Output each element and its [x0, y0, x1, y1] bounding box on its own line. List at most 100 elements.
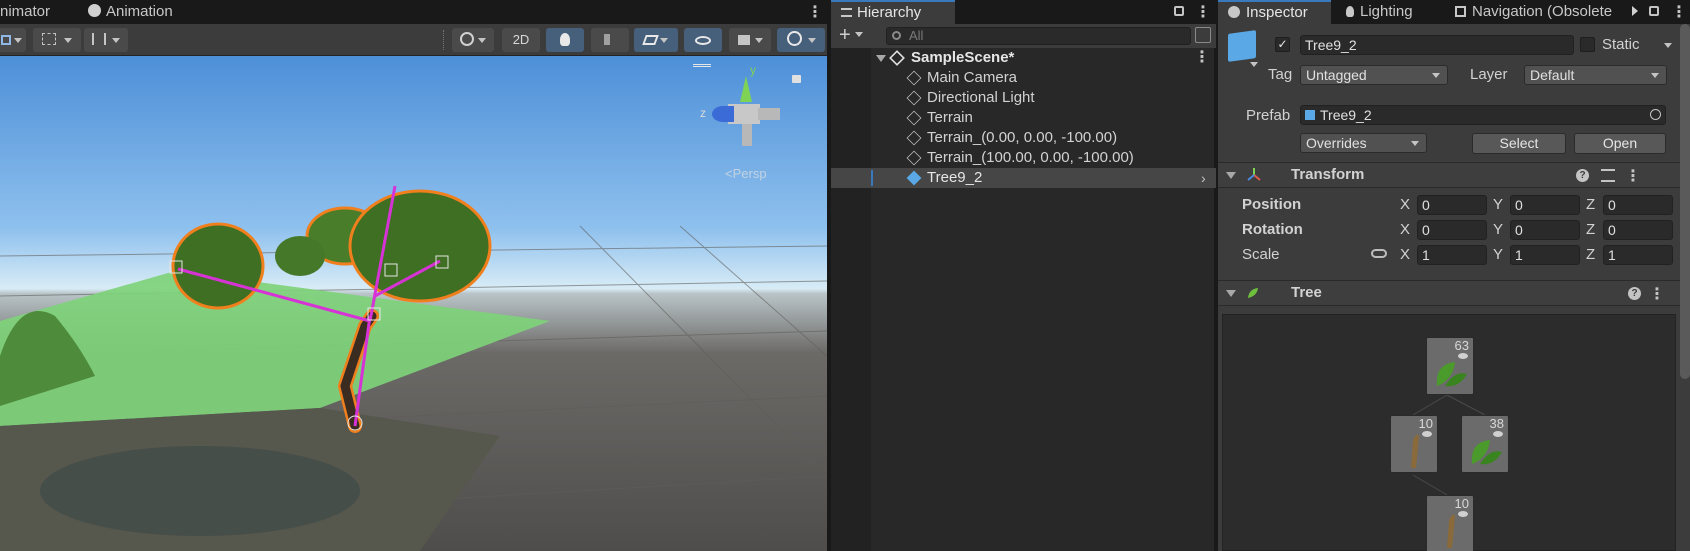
scale-x-field[interactable]: 1	[1417, 245, 1487, 265]
inspector-scrollbar[interactable]	[1680, 24, 1690, 379]
layers-icon	[642, 35, 659, 45]
scene-panel: nimator Animation 2D	[0, 0, 827, 551]
static-dropdown-chevron-icon[interactable]	[1664, 43, 1672, 48]
hierarchy-item[interactable]: Directional Light	[831, 88, 1216, 108]
transform-header[interactable]: Transform ?	[1218, 162, 1690, 188]
hierarchy-item-label: Terrain_(0.00, 0.00, -100.00)	[927, 129, 1118, 146]
tab-navigation[interactable]: Navigation (Obsolete	[1455, 0, 1631, 24]
projection-label[interactable]: <Persp	[725, 166, 767, 181]
object-name-field[interactable]: Tree9_2	[1300, 35, 1574, 55]
hierarchy-item[interactable]: Main Camera	[831, 68, 1216, 88]
position-x-field[interactable]: 0	[1417, 195, 1487, 215]
hierarchy-item-selected[interactable]: Tree9_2 ›	[831, 168, 1216, 188]
rotation-z-field[interactable]: 0	[1603, 220, 1673, 240]
scene-root-row[interactable]: SampleScene*	[831, 48, 1216, 68]
lock-icon[interactable]	[792, 75, 801, 83]
chevron-down-icon	[64, 38, 72, 44]
help-icon[interactable]: ?	[1576, 169, 1589, 182]
position-y-field[interactable]: 0	[1510, 195, 1580, 215]
tab-hierarchy[interactable]: Hierarchy	[831, 0, 955, 24]
scene-visibility-icon[interactable]	[1195, 27, 1211, 43]
tab-animator[interactable]: nimator	[0, 0, 80, 24]
grid-snap-button[interactable]	[33, 28, 81, 52]
position-label: Position	[1242, 196, 1302, 213]
tag-dropdown[interactable]: Untagged	[1300, 65, 1448, 85]
camera-settings-button[interactable]	[729, 28, 771, 52]
hidden-objects-toggle-button[interactable]	[684, 28, 722, 52]
constrain-proportions-icon[interactable]	[1371, 249, 1387, 258]
create-button[interactable]: +	[839, 24, 869, 48]
audio-toggle-button[interactable]	[591, 28, 629, 52]
tree-more-icon[interactable]	[1649, 284, 1665, 304]
hierarchy-more-icon[interactable]	[1195, 2, 1211, 22]
scene-viewport[interactable]: y z <Persp	[0, 56, 827, 551]
tab-animation[interactable]: Animation	[88, 0, 198, 24]
increment-snap-button[interactable]	[84, 28, 128, 52]
effects-toggle-button[interactable]	[634, 28, 678, 52]
select-button[interactable]: Select	[1472, 133, 1566, 154]
pivot-tool-button[interactable]	[0, 28, 26, 52]
search-placeholder: All	[909, 28, 924, 43]
open-button[interactable]: Open	[1574, 133, 1666, 154]
position-z-field[interactable]: 0	[1603, 195, 1673, 215]
overrides-dropdown[interactable]: Overrides	[1300, 133, 1427, 153]
hierarchy-search-input[interactable]: All	[886, 27, 1191, 45]
hierarchy-item[interactable]: Terrain_(0.00, 0.00, -100.00)	[831, 128, 1216, 148]
overlay-handle-icon[interactable]	[693, 64, 711, 67]
foldout-arrow-icon[interactable]	[876, 55, 886, 62]
plus-icon: +	[839, 24, 851, 46]
scene-more-icon[interactable]	[1194, 48, 1210, 68]
prefab-asset-field[interactable]: Tree9_2	[1300, 105, 1666, 125]
tree-node-leaf[interactable]: 38	[1461, 415, 1509, 473]
tree-node-branch[interactable]: 10	[1426, 495, 1474, 551]
scale-z-field[interactable]: 1	[1603, 245, 1673, 265]
hierarchy-tab-bar: Hierarchy	[831, 0, 1216, 24]
active-checkbox[interactable]: ✓	[1275, 37, 1290, 52]
gizmo-y-label: y	[750, 63, 756, 77]
help-icon[interactable]: ?	[1628, 287, 1641, 300]
static-checkbox[interactable]	[1580, 37, 1595, 52]
toggle-2d-button[interactable]: 2D	[502, 28, 540, 52]
prefab-asset-value: Tree9_2	[1320, 107, 1372, 123]
chevron-down-icon	[1651, 73, 1659, 78]
orientation-gizmo[interactable]: y z <Persp	[700, 63, 800, 181]
foldout-arrow-icon[interactable]	[1226, 290, 1236, 297]
preset-icon[interactable]	[1601, 169, 1615, 182]
lighting-toggle-button[interactable]	[546, 28, 584, 52]
shading-mode-button[interactable]	[452, 28, 494, 52]
y-axis-cone[interactable]	[740, 76, 752, 102]
z-axis-cone[interactable]	[712, 106, 734, 122]
inspector-panel: Inspector Lighting Navigation (Obsolete …	[1216, 0, 1690, 551]
tab-overflow-icon[interactable]	[1632, 6, 1638, 16]
lock-icon[interactable]	[1174, 6, 1184, 16]
prefab-icon	[906, 170, 922, 186]
inspector-more-icon[interactable]	[1671, 2, 1687, 22]
transform-more-icon[interactable]	[1625, 166, 1641, 186]
transform-title: Transform	[1291, 166, 1365, 183]
lock-icon[interactable]	[1649, 6, 1659, 16]
tree-component-header[interactable]: Tree ?	[1218, 280, 1690, 306]
tree-hierarchy-canvas[interactable]: 63 10 38 10	[1222, 314, 1676, 551]
tab-lighting[interactable]: Lighting	[1346, 0, 1442, 24]
gizmo-z-label: z	[700, 106, 706, 120]
layer-dropdown[interactable]: Default	[1524, 65, 1667, 85]
chevron-down-icon	[854, 32, 863, 37]
hierarchy-item[interactable]: Terrain_(100.00, 0.00, -100.00)	[831, 148, 1216, 168]
hierarchy-item-label: Main Camera	[927, 69, 1018, 86]
rotation-x-field[interactable]: 0	[1417, 220, 1487, 240]
object-picker-icon[interactable]	[1650, 109, 1661, 120]
hierarchy-item[interactable]: Terrain	[831, 108, 1216, 128]
tab-inspector[interactable]: Inspector	[1218, 0, 1331, 24]
foldout-arrow-icon[interactable]	[1226, 172, 1236, 179]
rotation-y-field[interactable]: 0	[1510, 220, 1580, 240]
neg-y-axis-cone[interactable]	[742, 124, 752, 146]
scene-more-icon[interactable]	[807, 2, 823, 22]
tree-node-branch[interactable]: 10	[1390, 415, 1438, 473]
scale-label: Scale	[1242, 246, 1280, 263]
gizmos-button[interactable]	[777, 28, 825, 52]
tree-node-leaf[interactable]: 63	[1426, 337, 1474, 395]
icon-picker-chevron-icon[interactable]	[1250, 62, 1258, 67]
x-axis-cone[interactable]	[758, 108, 780, 120]
scale-y-field[interactable]: 1	[1510, 245, 1580, 265]
chevron-right-icon[interactable]: ›	[1201, 168, 1206, 188]
